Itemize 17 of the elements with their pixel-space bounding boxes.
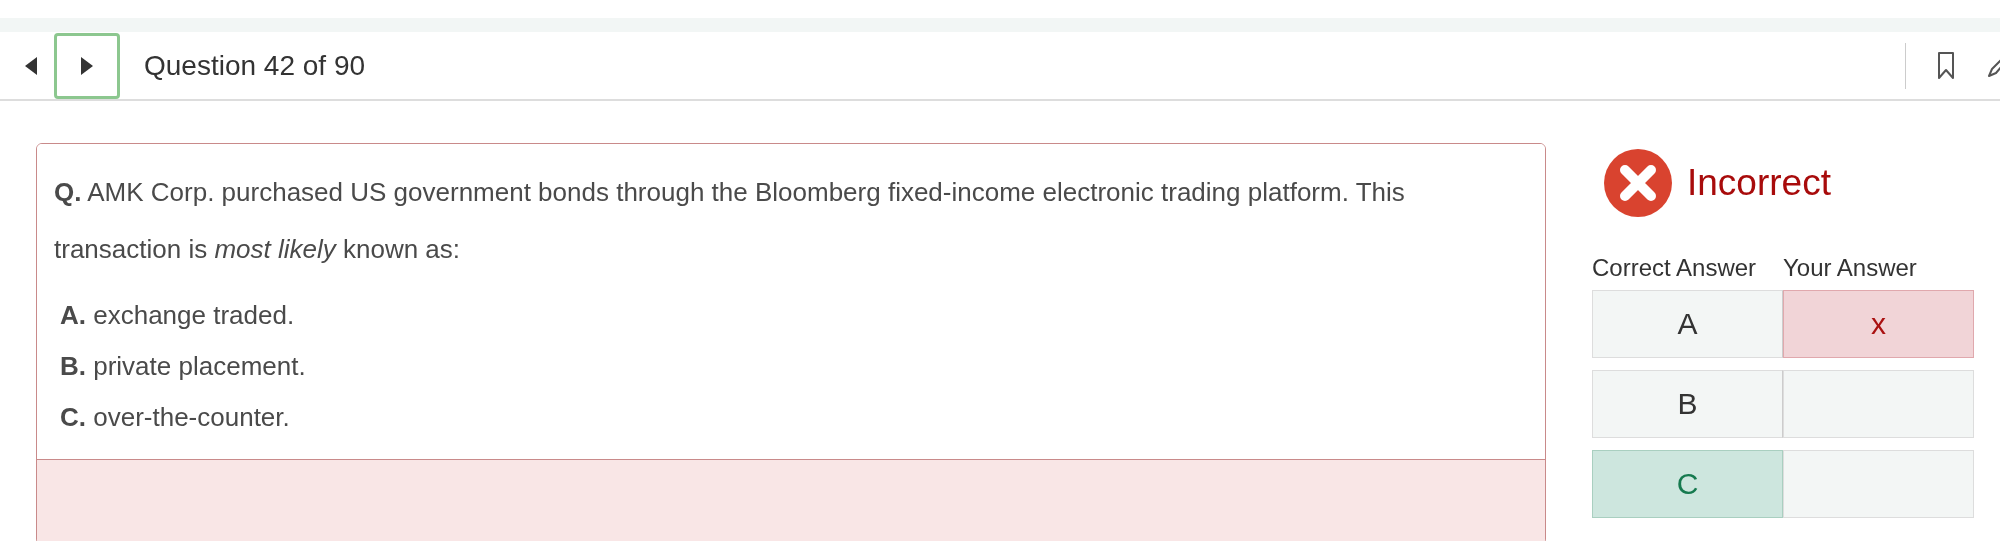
- correct-answer-cell: B: [1592, 370, 1783, 438]
- column-header: Your Answer: [1783, 254, 1918, 282]
- left-triangle-icon: [24, 55, 38, 76]
- error-icon: [1603, 148, 1673, 218]
- right-triangle-icon: [80, 55, 94, 76]
- answer-option: A. exchange traded.: [60, 290, 1528, 341]
- next-button[interactable]: [54, 32, 120, 99]
- question-text: Q. AMK Corp. purchased US government bonds through the Bloomberg fixed-income electronic trading platform. This transaction is most likely known as:: [54, 176, 1406, 266]
- answer-option: C. over-the-counter.: [60, 392, 1528, 443]
- correct-answer-cell: A: [1592, 290, 1783, 358]
- result-status: Incorrect: [1687, 162, 1831, 204]
- your-answer-cell: x: [1783, 290, 1974, 358]
- answer-option: B. private placement.: [60, 341, 1528, 392]
- bookmark-icon[interactable]: [1936, 50, 1956, 81]
- correct-answer-cell: C: [1592, 450, 1783, 518]
- column-header: Correct Answer: [1592, 254, 1758, 282]
- question-counter: Question 42 of 90: [144, 49, 366, 82]
